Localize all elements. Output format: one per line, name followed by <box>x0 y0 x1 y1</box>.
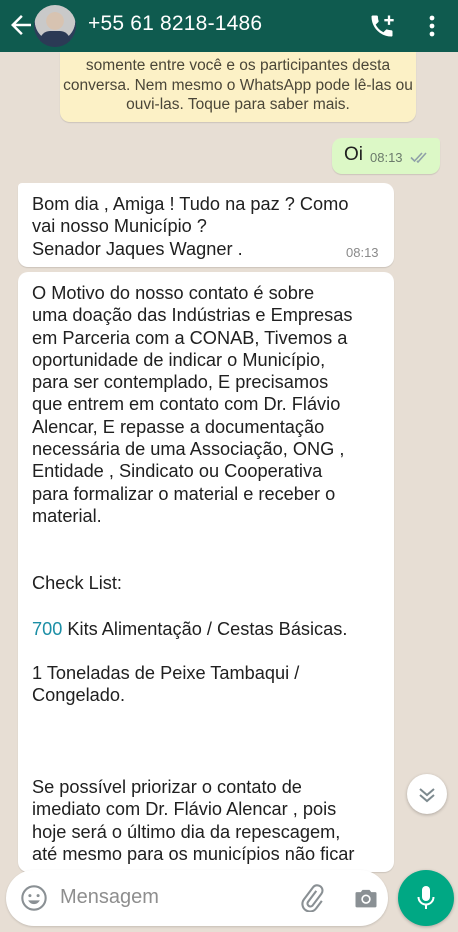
checklist-title: Check List: <box>32 573 122 593</box>
message-line: Bom dia , Amiga ! Tudo na paz ? Como <box>32 194 349 214</box>
mic-icon <box>417 886 435 909</box>
incoming-message[interactable]: O Motivo do nosso contato é sobre uma do… <box>18 272 394 872</box>
emoji-icon[interactable] <box>20 884 48 912</box>
message-line: Alencar, E repasse a documentação <box>32 416 325 437</box>
camera-icon[interactable] <box>352 884 380 912</box>
message-composer: Mensagem <box>6 870 388 926</box>
message-line: uma doação das Indústrias e Empresas <box>32 305 353 326</box>
checklist-item: 700 Kits Alimentação / Cestas Básicas. <box>32 618 347 640</box>
message-line: que entrem em contato com Dr. Flávio <box>32 394 341 415</box>
message-line: até mesmo para os municípios não ficar <box>32 843 355 864</box>
message-line: para formalizar o material e receber o <box>32 483 336 504</box>
message-line: material. <box>32 505 102 526</box>
message-line: Se possível priorizar o contato de <box>32 777 302 797</box>
message-line: Senador Jaques Wagner . <box>32 238 243 259</box>
checklist-item-text: Kits Alimentação / Cestas Básicas. <box>62 619 348 639</box>
message-time: 08:13 <box>370 150 403 165</box>
chat-area: somente entre você e os participantes de… <box>0 52 458 872</box>
avatar[interactable] <box>34 5 76 47</box>
notice-line: somente entre você e os participantes de… <box>85 57 391 74</box>
read-ticks-icon <box>410 152 427 164</box>
scroll-down-button[interactable] <box>407 774 447 814</box>
notice-line: conversa. Nem mesmo o WhatsApp pode lê-l… <box>63 76 413 94</box>
voice-record-button[interactable] <box>398 870 454 926</box>
message-line: Congelado. <box>32 685 126 706</box>
message-line: em Parceria com a CONAB, Tivemos a <box>32 327 348 348</box>
outgoing-message[interactable]: Oi 08:13 <box>332 138 440 174</box>
message-line: imediato com Dr. Flávio Alencar , pois <box>32 799 337 820</box>
back-arrow-icon[interactable] <box>6 10 36 40</box>
message-line: para ser contemplado, E precisamos <box>32 372 329 393</box>
message-line: vai nosso Município ? <box>32 216 207 237</box>
message-time: 08:13 <box>346 245 379 260</box>
message-line: oportunidade de indicar o Município, <box>32 349 326 370</box>
message-text: Oi <box>344 144 363 165</box>
attach-icon[interactable] <box>298 884 326 912</box>
phone-number-link[interactable]: 700 <box>32 619 62 639</box>
message-line: 1 Toneladas de Peixe Tambaqui / <box>32 663 300 683</box>
contact-name[interactable]: +55 61 8218-1486 <box>88 12 262 36</box>
message-line: Entidade , Sindicato ou Cooperativa <box>32 461 323 482</box>
incoming-message[interactable]: Bom dia , Amiga ! Tudo na paz ? Como vai… <box>18 183 394 267</box>
more-vert-icon[interactable] <box>420 12 444 40</box>
add-call-icon[interactable] <box>368 12 396 40</box>
message-input[interactable]: Mensagem <box>60 886 159 909</box>
encryption-notice[interactable]: somente entre você e os participantes de… <box>60 52 416 122</box>
scroll-down-icon <box>419 788 435 803</box>
chat-header: +55 61 8218-1486 <box>0 0 458 52</box>
message-line: hoje será o último dia da repescagem, <box>32 821 341 842</box>
message-line: O Motivo do nosso contato é sobre <box>32 283 315 303</box>
message-line: necessária de uma Associação, ONG , <box>32 439 345 460</box>
notice-line: ouvi-las. Toque para saber mais. <box>126 96 350 113</box>
